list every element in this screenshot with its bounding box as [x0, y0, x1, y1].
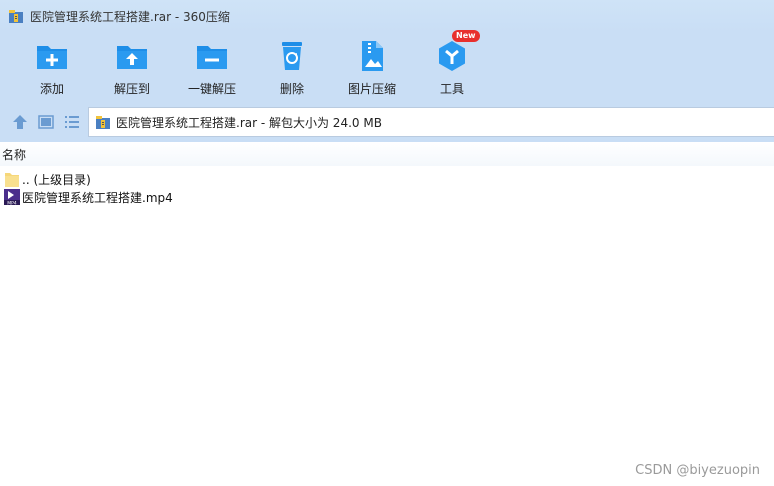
extract-to-label: 解压到 — [113, 82, 150, 96]
file-list: 名称 .. (上级目录) MP4 医院管理系统工程搭建.mp4 CSDN @bi… — [0, 142, 774, 486]
folder-minus-icon — [194, 38, 230, 74]
svg-text:MP4: MP4 — [7, 200, 17, 206]
thumbnail-view-icon[interactable] — [37, 113, 55, 131]
folder-icon — [4, 170, 20, 188]
list-item-name: 医院管理系统工程搭建.mp4 — [22, 190, 173, 205]
column-header-name[interactable]: 名称 — [0, 142, 774, 166]
folder-extract-icon — [114, 38, 150, 74]
tools-cube-icon: New — [434, 30, 480, 74]
one-click-extract-button[interactable]: 一键解压 — [176, 38, 248, 98]
archive-icon — [95, 114, 111, 130]
image-zip-icon — [354, 38, 390, 74]
add-button[interactable]: 添加 — [16, 38, 88, 98]
address-bar[interactable]: 医院管理系统工程搭建.rar - 解包大小为 24.0 MB — [88, 107, 774, 137]
watermark: CSDN @biyezuopin — [635, 463, 760, 478]
tools-button[interactable]: New 工具 — [416, 30, 488, 98]
column-header-label: 名称 — [2, 147, 27, 162]
extract-to-button[interactable]: 解压到 — [96, 38, 168, 98]
one-click-extract-label: 一键解压 — [187, 82, 236, 96]
delete-label: 删除 — [279, 82, 304, 96]
add-label: 添加 — [39, 82, 64, 96]
new-badge: New — [452, 30, 480, 42]
delete-button[interactable]: 删除 — [256, 38, 328, 98]
list-view-icon[interactable] — [63, 113, 81, 131]
navigation-bar: 医院管理系统工程搭建.rar - 解包大小为 24.0 MB — [0, 102, 774, 142]
mp4-file-icon: MP4 — [4, 188, 20, 206]
archive-icon — [8, 8, 24, 24]
title-bar: 医院管理系统工程搭建.rar - 360压缩 — [0, 0, 774, 32]
address-path-text: 医院管理系统工程搭建.rar - 解包大小为 24.0 MB — [116, 115, 382, 130]
tools-label: 工具 — [439, 82, 464, 96]
toolbar: 添加 解压到 一键解压 删除 图片压缩 New 工具 — [0, 30, 774, 102]
list-item-mp4-file[interactable]: MP4 医院管理系统工程搭建.mp4 — [0, 187, 173, 207]
image-compress-button[interactable]: 图片压缩 — [336, 38, 408, 98]
folder-plus-icon — [34, 38, 70, 74]
window-title: 医院管理系统工程搭建.rar - 360压缩 — [30, 9, 230, 24]
list-item-parent-folder[interactable]: .. (上级目录) — [0, 169, 91, 189]
image-compress-label: 图片压缩 — [347, 82, 396, 96]
up-arrow-icon[interactable] — [11, 113, 29, 131]
recycle-bin-icon — [274, 38, 310, 74]
list-item-name: .. (上级目录) — [22, 172, 91, 187]
